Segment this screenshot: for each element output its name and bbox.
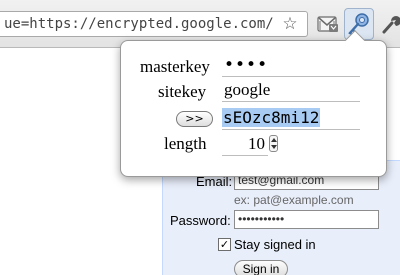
masterkey-label: masterkey [140,57,210,76]
sign-in-button[interactable]: Sign in [234,260,288,275]
sitekey-value: google [224,80,271,99]
stepper-down-icon[interactable] [271,145,277,149]
bookmark-star-icon[interactable]: ☆ [281,15,299,33]
length-stepper[interactable] [269,135,278,152]
email-hint: ex: pat@example.com [234,193,354,207]
masterkey-value: •••• [224,55,269,75]
address-bar[interactable]: ue=https://encrypted.google.com/ ☆ [0,11,308,37]
sitekey-input[interactable]: google [222,80,360,102]
stay-signed-in-checkbox[interactable]: ✓ [218,238,231,251]
stay-signed-in-label: Stay signed in [234,237,316,252]
stepper-up-icon[interactable] [271,138,277,142]
password-label: Password: [170,213,231,228]
gmail-checker-icon[interactable] [317,14,339,34]
length-input[interactable]: 10 [222,134,268,156]
sitekey-label: sitekey [158,82,207,101]
password-field[interactable]: ••••••••••• [234,210,379,229]
generate-button[interactable]: >> [176,111,213,127]
generated-password-field[interactable]: sEOzc8mi12 [222,108,360,130]
wrench-icon[interactable] [380,13,400,35]
generated-password-value: sEOzc8mi12 [222,108,321,127]
masterkey-input[interactable]: •••• [222,55,360,77]
password-field-value: ••••••••••• [238,212,285,226]
address-bar-url[interactable]: ue=https://encrypted.google.com/ [4,16,274,32]
length-label: length [164,134,207,153]
